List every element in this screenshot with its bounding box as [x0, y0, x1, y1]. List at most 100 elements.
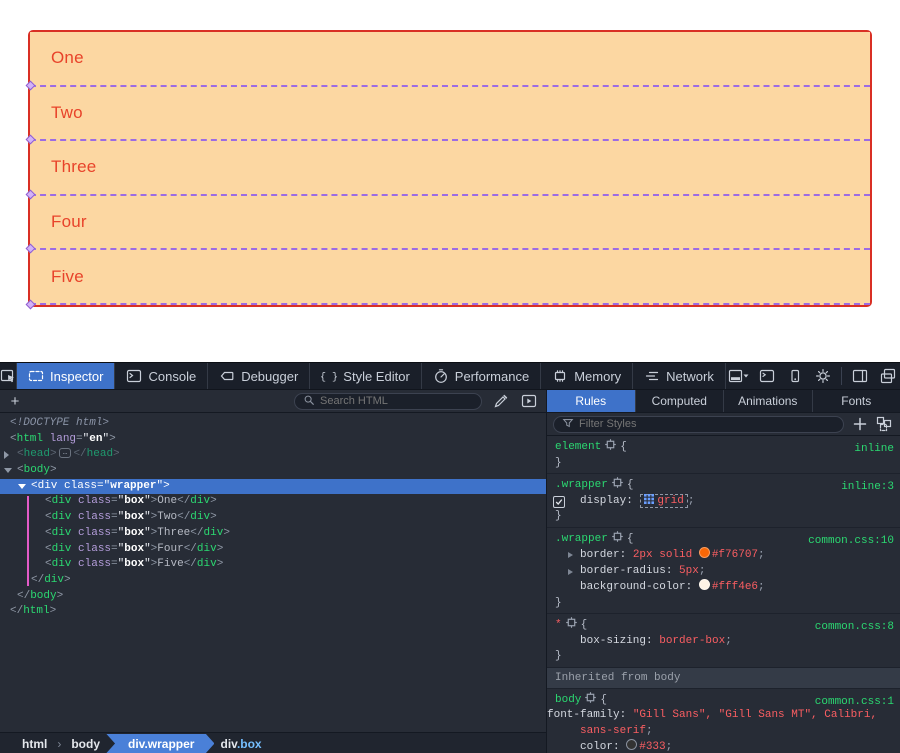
grid-highlighter-badge[interactable]: grid [640, 494, 687, 508]
inspector-sidebar: RulesComputedAnimationsFonts element{inl… [546, 390, 900, 753]
markup-line[interactable]: <div class="box">One</div> [0, 494, 546, 510]
css-property[interactable]: display: grid; [547, 494, 900, 510]
css-property[interactable]: font-family: "Gill Sans", "Gill Sans MT"… [547, 708, 900, 739]
add-node-button[interactable]: + [6, 394, 24, 409]
markup-token: </ [177, 495, 190, 507]
markup-token: > [223, 527, 230, 539]
tab-console[interactable]: Console [115, 363, 208, 389]
expand-property-icon[interactable] [568, 569, 573, 575]
collapse-arrow-icon[interactable] [18, 484, 26, 489]
markup-line[interactable]: </div> [0, 573, 546, 589]
markup-line[interactable]: <html lang="en"> [0, 432, 546, 448]
pop-window-button[interactable] [875, 363, 900, 390]
css-property[interactable]: color: #333; [547, 739, 900, 753]
css-property[interactable]: border: 2px solid #f76707; [547, 547, 900, 564]
filter-styles-box[interactable] [553, 416, 844, 433]
markup-token: = [111, 511, 118, 523]
split-console-button[interactable] [754, 363, 780, 390]
color-swatch[interactable] [626, 739, 637, 750]
grid-box: Four [30, 194, 870, 249]
inherited-from-header: Inherited from body [547, 668, 900, 689]
css-rule-selector[interactable]: .wrapper{inline:3 [547, 477, 900, 494]
markup-line-selected[interactable]: <div class="wrapper"> [0, 479, 546, 495]
markup-line[interactable]: <head>…</head> [0, 447, 546, 463]
markup-line[interactable]: <!DOCTYPE html> [0, 416, 546, 432]
markup-token: " [144, 495, 151, 507]
selector-highlighter-icon[interactable] [612, 531, 623, 542]
markup-line[interactable]: </html> [0, 604, 546, 620]
eyedropper-button[interactable] [490, 390, 512, 412]
markup-token: div [52, 527, 72, 539]
node-picker-button[interactable] [0, 363, 17, 389]
grid-box-label: Three [51, 157, 96, 177]
css-rule-selector[interactable]: .wrapper{common.css:10 [547, 531, 900, 548]
breadcrumb-item[interactable]: div.box [210, 737, 271, 751]
selector-highlighter-icon[interactable] [612, 477, 623, 488]
markup-token: div [38, 480, 58, 492]
filter-styles-input[interactable] [579, 418, 835, 430]
grid-box-label: One [51, 48, 84, 68]
sidebar-tab-computed[interactable]: Computed [636, 390, 725, 412]
expand-property-icon[interactable] [568, 552, 573, 558]
dock-bottom-button[interactable] [726, 363, 752, 390]
collapse-arrow-icon[interactable] [4, 468, 12, 473]
selector-highlighter-icon[interactable] [566, 617, 577, 628]
tab-network[interactable]: Network [633, 363, 726, 389]
tab-label: Console [148, 369, 196, 384]
css-rule-selector[interactable]: *{common.css:8 [547, 617, 900, 634]
markup-token: </ [177, 511, 190, 523]
breadcrumb-item-selected[interactable]: div.wrapper [106, 734, 214, 753]
sidebar-tab-rules[interactable]: Rules [547, 390, 636, 412]
css-property[interactable]: border-radius: 5px; [547, 564, 900, 580]
sidebar-toggle-button[interactable] [847, 363, 873, 390]
color-swatch[interactable] [699, 579, 710, 590]
color-swatch[interactable] [699, 547, 710, 558]
responsive-design-button[interactable] [782, 363, 808, 390]
tab-performance[interactable]: Performance [422, 363, 541, 389]
css-property[interactable]: box-sizing: border-box; [547, 634, 900, 650]
markup-token: > [210, 495, 217, 507]
property-value: grid [657, 495, 683, 507]
tab-label: Performance [455, 369, 529, 384]
markup-token: class [71, 511, 111, 523]
tab-style-editor[interactable]: { }Style Editor [310, 363, 421, 389]
markup-line[interactable]: <div class="box">Four</div> [0, 542, 546, 558]
markup-token: body [24, 464, 50, 476]
css-rule-selector[interactable]: element{inline [547, 439, 900, 456]
tab-debugger[interactable]: Debugger [208, 363, 310, 389]
collapsed-content-pill: … [59, 448, 72, 458]
markup-line[interactable]: <div class="box">Two</div> [0, 510, 546, 526]
breadcrumb-item[interactable]: body [61, 737, 110, 751]
grid-box-label: Five [51, 267, 84, 287]
markup-line[interactable]: <div class="box">Five</div> [0, 557, 546, 573]
pseudo-class-panel-button[interactable] [874, 414, 894, 434]
property-enabled-checkbox[interactable] [553, 496, 565, 508]
selector-highlighter-icon[interactable] [585, 692, 596, 703]
grid-box: Three [30, 139, 870, 194]
breadcrumb-item[interactable]: html [12, 737, 57, 751]
sidebar-tab-animations[interactable]: Animations [724, 390, 813, 412]
tab-inspector[interactable]: Inspector [17, 363, 115, 389]
debugger-icon [219, 368, 235, 384]
sidebar-tab-fonts[interactable]: Fonts [813, 390, 900, 412]
settings-gear-button[interactable] [810, 363, 836, 390]
markup-line[interactable]: <body> [0, 463, 546, 479]
markup-token: > [109, 433, 116, 445]
tab-label: Style Editor [343, 369, 409, 384]
css-property[interactable]: background-color: #fff4e6; [547, 579, 900, 596]
open-brace: { [627, 533, 634, 545]
add-rule-button[interactable] [850, 414, 870, 434]
search-input[interactable] [320, 395, 450, 407]
expand-arrow-icon[interactable] [4, 451, 9, 459]
css-rule-selector[interactable]: body{common.css:1 [547, 692, 900, 709]
tab-memory[interactable]: Memory [541, 363, 633, 389]
markup-token: </ [73, 448, 86, 460]
markup-line[interactable]: <div class="box">Three</div> [0, 526, 546, 542]
search-html-box[interactable] [294, 393, 482, 410]
three-pane-toggle-button[interactable] [518, 390, 540, 412]
property-colon: : [620, 709, 633, 721]
close-brace: } [555, 597, 562, 609]
breadcrumb-part: div [220, 737, 236, 751]
markup-line[interactable]: </body> [0, 589, 546, 605]
selector-highlighter-icon[interactable] [605, 439, 616, 450]
